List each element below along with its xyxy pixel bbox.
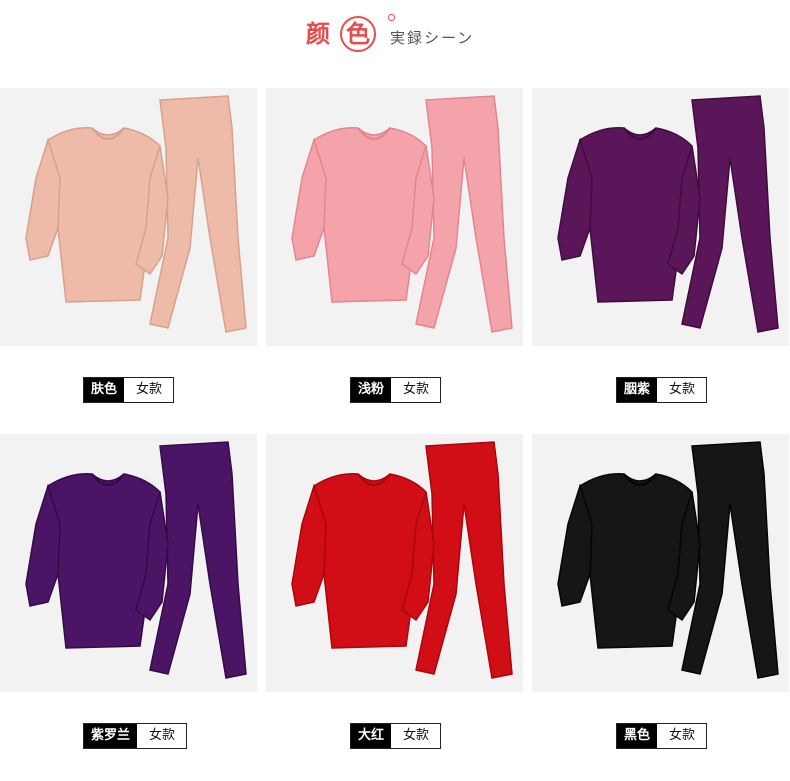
color-tag-4: 紫罗兰 女款 [83,723,188,749]
color-name-label: 浅粉 [351,378,392,402]
color-tag-3: 胭紫 女款 [616,377,708,403]
header-char-2: 色 [340,16,376,52]
style-label: 女款 [403,382,430,397]
product-photo-1[interactable] [0,88,257,346]
shirt-shape [47,127,161,303]
color-name-label: 肤色 [84,378,125,402]
shirt-shape [579,127,693,303]
header-char-1: 颜 [306,20,330,48]
header-subtitle: 実録シーン [390,29,475,47]
shirt-shape [313,473,427,649]
color-tag-5: 大红 女款 [350,723,442,749]
color-name-label: 胭紫 [617,378,658,402]
color-name-label: 大红 [351,724,392,748]
decorative-circle-icon [388,14,395,21]
shirt-shape [579,473,693,649]
color-name-label: 紫罗兰 [84,724,138,748]
style-label: 女款 [149,728,176,743]
color-name-label: 黑色 [617,724,658,748]
product-photo-5[interactable] [266,434,523,692]
style-label: 女款 [669,382,696,397]
product-photo-2[interactable] [266,88,523,346]
style-label: 女款 [669,728,696,743]
shirt-shape [313,127,427,303]
style-label: 女款 [136,382,163,397]
product-photo-4[interactable] [0,434,257,692]
color-tag-1: 肤色 女款 [83,377,175,403]
product-photo-6[interactable] [532,434,789,692]
color-tag-2: 浅粉 女款 [350,377,442,403]
color-tag-6: 黑色 女款 [616,723,708,749]
shirt-shape [47,473,161,649]
style-label: 女款 [403,728,430,743]
product-photo-3[interactable] [532,88,789,346]
section-header: 颜 色 実録シーン [0,14,790,54]
